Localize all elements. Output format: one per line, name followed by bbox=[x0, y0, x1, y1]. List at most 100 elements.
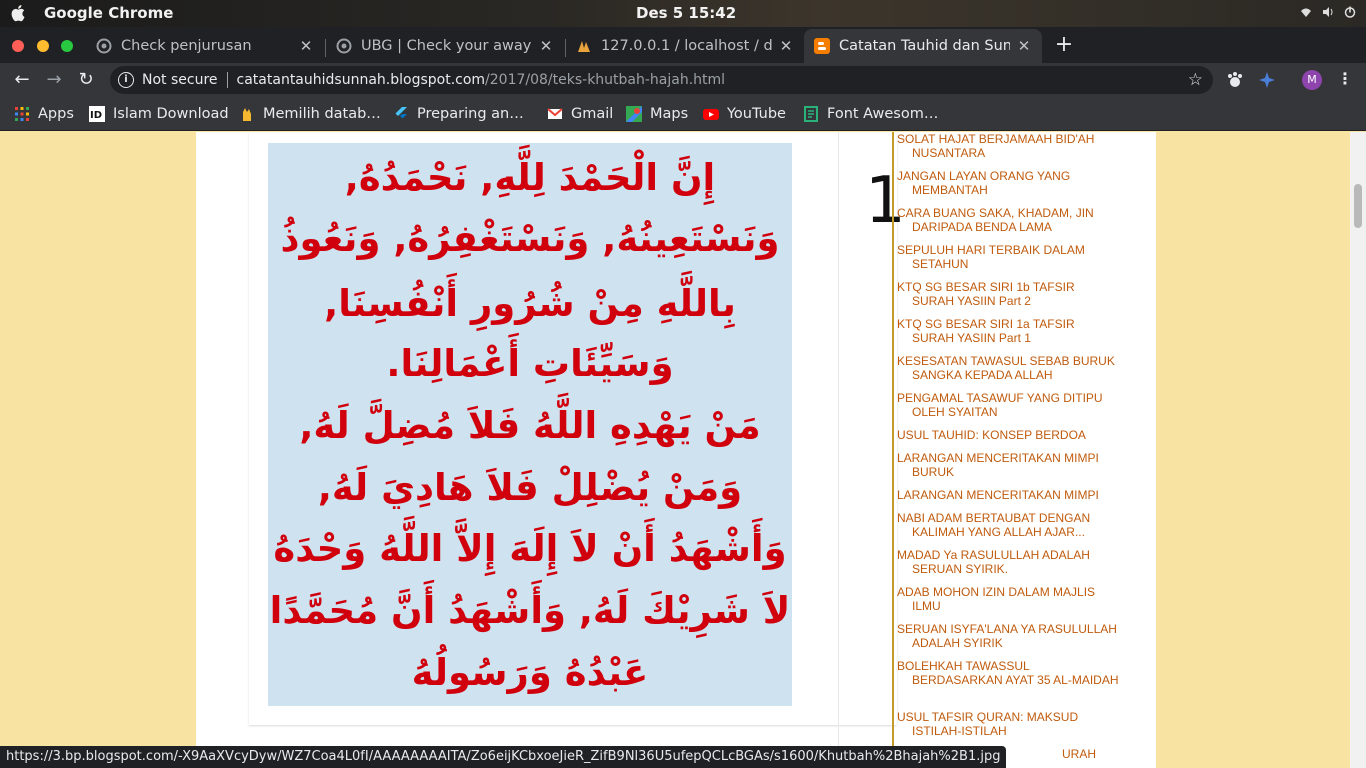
bookmark-islam-download[interactable]: ID Islam Download bbox=[89, 104, 229, 124]
khutbah-image[interactable]: إِنَّ الْحَمْدَ لِلَّهِ, نَحْمَدُهُ, وَن… bbox=[268, 143, 792, 706]
bookmark-maps[interactable]: Maps bbox=[626, 104, 688, 124]
tab-check-penjurusan[interactable]: Check penjurusan ✕ bbox=[86, 29, 324, 63]
bookmark-label: Preparing an… bbox=[417, 106, 524, 122]
extension-cross-icon[interactable] bbox=[1258, 71, 1276, 89]
system-clock[interactable]: Des 5 15:42 bbox=[636, 4, 736, 22]
page-scrollbar[interactable] bbox=[1350, 132, 1366, 768]
arabic-text-line: وَنَسْتَعِينُهُ, وَنَسْتَغْفِرُهُ, وَنَع… bbox=[280, 217, 780, 260]
reload-button[interactable]: ↻ bbox=[73, 67, 99, 93]
new-tab-button[interactable]: + bbox=[1052, 33, 1076, 57]
tab-phpmyadmin[interactable]: 127.0.0.1 / localhost / data ✕ bbox=[566, 29, 804, 63]
tab-close-icon[interactable]: ✕ bbox=[538, 37, 554, 55]
apps-grid-icon bbox=[15, 107, 29, 121]
sidebar-link[interactable]: KTQ SG BESAR SIRI 1a TAFSIR SURAH YASIIN… bbox=[897, 317, 1119, 345]
minimize-window-button[interactable] bbox=[37, 40, 49, 52]
arabic-text-line: بِاللَّهِ مِنْ شُرُورِ أَنْفُسِنَا, bbox=[324, 282, 736, 325]
sidebar-link[interactable]: USUL TAUHID: KONSEP BERDOA bbox=[897, 428, 1119, 442]
security-label[interactable]: Not secure bbox=[142, 72, 218, 88]
tab-strip: Check penjurusan ✕ UBG | Check your away… bbox=[0, 27, 1366, 63]
scrollbar-thumb[interactable] bbox=[1354, 184, 1362, 228]
arabic-text-line: لاَ شَرِيْكَ لَهُ, وَأَشْهَدُ أَنَّ مُحَ… bbox=[269, 589, 791, 632]
sidebar-link[interactable]: LARANGAN MENCERITAKAN MIMPI BURUK bbox=[897, 451, 1119, 479]
tab-title: UBG | Check your away bbox=[361, 38, 532, 54]
chrome-menu-icon[interactable]: ⋮ bbox=[1337, 69, 1353, 88]
arabic-text-line: وَأَشْهَدُ أَنْ لاَ إِلَهَ إِلاَّ اللَّه… bbox=[273, 527, 787, 570]
info-icon[interactable]: i bbox=[118, 72, 134, 88]
sidebar-link[interactable]: CARA BUANG SAKA, KHADAM, JIN DARIPADA BE… bbox=[897, 206, 1119, 234]
phpmyadmin-favicon-icon bbox=[578, 41, 590, 52]
bookmark-label: Islam Download bbox=[113, 106, 229, 122]
address-divider bbox=[226, 72, 228, 88]
sidebar-link[interactable]: USUL TAFSIR QURAN: MAKSUD ISTILAH-ISTILA… bbox=[897, 710, 1119, 738]
bookmark-memilih-database[interactable]: Memilih datab… bbox=[239, 104, 381, 124]
hand-icon bbox=[243, 108, 251, 121]
blogger-favicon-icon bbox=[814, 38, 830, 54]
arabic-text-line: وَسَيِّئَاتِ أَعْمَالِنَا. bbox=[386, 342, 674, 385]
bookmark-label: Gmail bbox=[571, 106, 614, 122]
bookmark-label: Maps bbox=[650, 106, 689, 122]
sidebar-link[interactable]: JANGAN LAYAN ORANG YANG MEMBANTAH bbox=[897, 169, 1119, 197]
bookmark-font-awesome[interactable]: Font Awesom… bbox=[803, 104, 938, 124]
tab-close-icon[interactable]: ✕ bbox=[1016, 37, 1032, 55]
volume-icon[interactable] bbox=[1322, 6, 1334, 18]
web-page: إِنَّ الْحَمْدَ لِلَّهِ, نَحْمَدُهُ, وَن… bbox=[0, 132, 1350, 768]
close-window-button[interactable] bbox=[12, 40, 24, 52]
sidebar-link[interactable]: ADAB MOHON IZIN DALAM MAJLIS ILMU bbox=[897, 585, 1119, 613]
address-bar[interactable]: i Not secure catatantauhidsunnah.blogspo… bbox=[110, 66, 1213, 94]
arabic-text-line: إِنَّ الْحَمْدَ لِلَّهِ, نَحْمَدُهُ, bbox=[344, 156, 716, 199]
link-status-bar: https://3.bp.blogspot.com/-X9AaXVcyDyw/W… bbox=[0, 746, 1007, 768]
sidebar-link[interactable]: LARANGAN MENCERITAKAN MIMPI bbox=[897, 488, 1119, 502]
sidebar-link[interactable]: SERUAN ISYFA'LANA YA RASULULLAH ADALAH S… bbox=[897, 622, 1119, 650]
svg-text:ID: ID bbox=[90, 110, 102, 121]
bookmark-label: YouTube bbox=[727, 106, 786, 122]
bookmark-apps[interactable]: Apps bbox=[14, 104, 74, 124]
forward-button[interactable]: → bbox=[41, 67, 67, 93]
arabic-text-line: وَمَنْ يُضْلِلْ فَلاَ هَادِيَ لَهُ, bbox=[317, 466, 743, 509]
browser-toolbar: ← → ↻ i Not secure catatantauhidsunnah.b… bbox=[0, 63, 1366, 97]
blog-content-column: إِنَّ الْحَمْدَ لِلَّهِ, نَحْمَدُهُ, وَن… bbox=[196, 132, 1156, 768]
back-button[interactable]: ← bbox=[9, 67, 35, 93]
maps-icon bbox=[626, 106, 642, 122]
sidebar-link[interactable]: SOLAT HAJAT BERJAMAAH BID'AH NUSANTARA bbox=[897, 132, 1119, 160]
youtube-icon bbox=[703, 109, 719, 120]
sidebar-link[interactable]: URAH bbox=[1062, 747, 1118, 761]
bookmark-label: Memilih datab… bbox=[263, 106, 381, 122]
profile-avatar[interactable]: M bbox=[1302, 70, 1322, 90]
arabic-text-line: عَبْدُهُ وَرَسُولُهُ bbox=[411, 651, 649, 694]
gmail-icon bbox=[547, 108, 563, 119]
url-host[interactable]: catatantauhidsunnah.blogspot.com bbox=[237, 72, 486, 88]
gear-favicon-icon bbox=[96, 38, 112, 54]
bookmark-label: Apps bbox=[38, 106, 74, 122]
url-path[interactable]: /2017/08/teks-khutbah-hajah.html bbox=[485, 72, 725, 88]
power-icon[interactable] bbox=[1344, 6, 1356, 18]
sidebar-link[interactable]: BOLEHKAH TAWASSUL BERDASARKAN AYAT 35 AL… bbox=[897, 659, 1119, 687]
sidebar-link[interactable]: MADAD Ya RASULULLAH ADALAH SERUAN SYIRIK… bbox=[897, 548, 1119, 576]
apple-icon[interactable] bbox=[11, 4, 27, 22]
flutter-icon bbox=[395, 107, 407, 119]
tab-catatan-tauhid[interactable]: Catatan Tauhid dan Sunnah ✕ bbox=[804, 29, 1042, 63]
bookmark-youtube[interactable]: YouTube bbox=[703, 104, 786, 124]
wifi-icon[interactable] bbox=[1300, 6, 1312, 18]
bookmark-gmail[interactable]: Gmail bbox=[547, 104, 613, 124]
maximize-window-button[interactable] bbox=[61, 40, 73, 52]
tab-title: Catatan Tauhid dan Sunnah bbox=[839, 38, 1010, 54]
system-top-bar: Google Chrome Des 5 15:42 bbox=[0, 0, 1366, 27]
tab-title: 127.0.0.1 / localhost / data bbox=[601, 38, 772, 54]
sidebar-link[interactable]: KESESATAN TAWASUL SEBAB BURUK SANGKA KEP… bbox=[897, 354, 1119, 382]
sidebar-link[interactable]: PENGAMAL TASAWUF YANG DITIPU OLEH SYAITA… bbox=[897, 391, 1119, 419]
tab-close-icon[interactable]: ✕ bbox=[298, 37, 314, 55]
arabic-text-line: مَنْ يَهْدِهِ اللَّهُ فَلاَ مُضِلَّ لَهُ… bbox=[299, 404, 761, 447]
system-tray bbox=[1300, 6, 1356, 18]
sidebar-link[interactable]: NABI ADAM BERTAUBAT DENGAN KALIMAH YANG … bbox=[897, 511, 1119, 539]
sidebar-link[interactable]: SEPULUH HARI TERBAIK DALAM SETAHUN bbox=[897, 243, 1119, 271]
bookmark-preparing[interactable]: Preparing an… bbox=[393, 104, 524, 124]
post-body: إِنَّ الْحَمْدَ لِلَّهِ, نَحْمَدُهُ, وَن… bbox=[249, 132, 906, 725]
tab-close-icon[interactable]: ✕ bbox=[778, 37, 794, 55]
sidebar-link[interactable]: KTQ SG BESAR SIRI 1b TAFSIR SURAH YASIIN… bbox=[897, 280, 1119, 308]
id-icon: ID bbox=[89, 106, 105, 122]
bookmark-star-icon[interactable]: ☆ bbox=[1188, 70, 1203, 90]
tab-ubg-check[interactable]: UBG | Check your away ✕ bbox=[326, 29, 564, 63]
extension-paw-icon[interactable] bbox=[1226, 71, 1244, 89]
active-app-name[interactable]: Google Chrome bbox=[44, 4, 173, 22]
gear-favicon-icon bbox=[336, 38, 352, 54]
